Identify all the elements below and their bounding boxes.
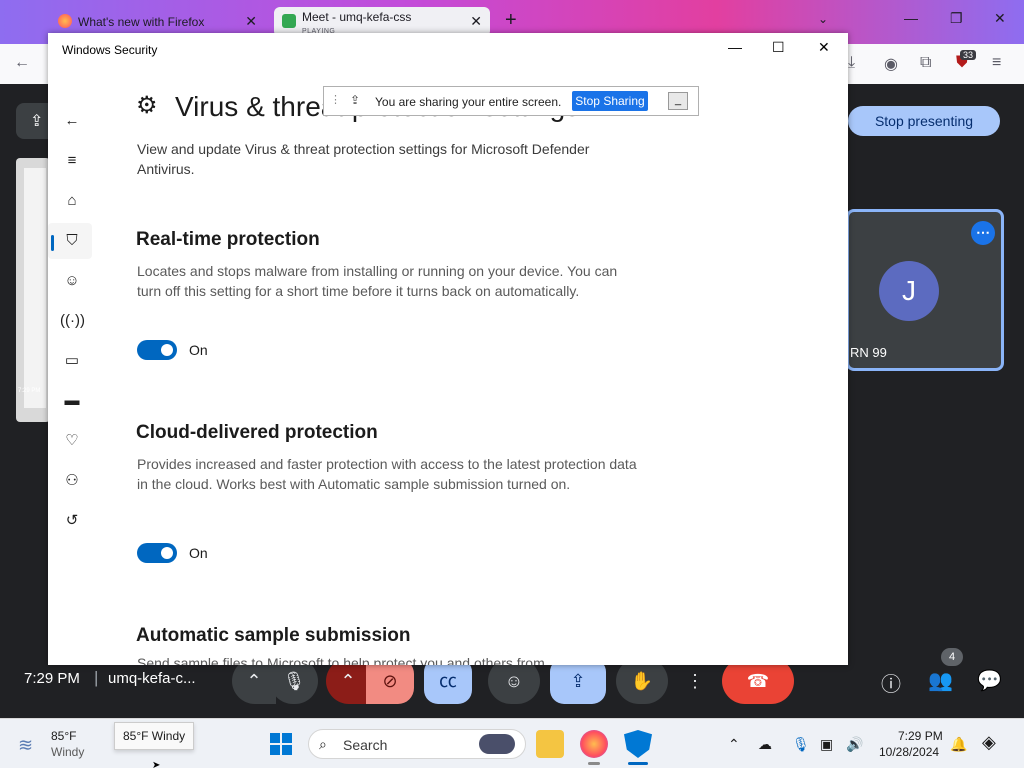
meeting-code: umq-kefa-c... [108, 670, 196, 687]
health-icon[interactable]: ♡ [60, 429, 84, 453]
running-indicator [588, 762, 600, 765]
extensions-icon[interactable]: ⧉ [920, 54, 931, 72]
section-title-sample: Automatic sample submission [136, 625, 411, 646]
home-icon[interactable]: ⌂ [60, 189, 84, 213]
plus-icon[interactable]: + [505, 9, 517, 32]
toggle-knob [161, 547, 173, 559]
stop-presenting-button[interactable]: Stop presenting [848, 106, 1000, 136]
section-desc-cloud: Provides increased and faster protection… [137, 456, 637, 492]
taskbar-date[interactable]: 10/28/2024 [879, 745, 939, 759]
close-icon[interactable]: ✕ [245, 13, 257, 30]
wifi-icon[interactable]: ((·)) [60, 309, 85, 333]
section-desc-sample: Send sample files to Microsoft to help p… [137, 655, 545, 665]
history-icon[interactable]: ↺ [60, 509, 84, 533]
avatar: J [879, 261, 939, 321]
screen-thumbnail: 7:29 PM [16, 158, 50, 422]
maximize-icon[interactable]: ☐ [772, 39, 785, 56]
close-icon[interactable]: ✕ [818, 39, 830, 56]
chat-icon[interactable]: 💬 [977, 668, 1002, 693]
weather-condition[interactable]: Windy [51, 745, 84, 759]
firefox-icon [58, 14, 72, 28]
active-indicator [628, 762, 648, 765]
file-explorer-icon[interactable] [536, 730, 564, 758]
account-icon[interactable]: ☺ [60, 269, 84, 293]
participant-name: RN 99 [850, 345, 887, 360]
section-desc-realtime: Locates and stops malware from installin… [137, 263, 618, 299]
search-icon: ⌕ [319, 736, 327, 752]
menu-icon[interactable]: ≡ [992, 54, 1001, 72]
volume-icon[interactable]: 🔊 [846, 736, 863, 753]
weather-tooltip: 85°F Windy [114, 722, 195, 750]
virus-settings-icon: ⚙ [136, 92, 158, 119]
share-status-text: You are sharing your entire screen. [375, 95, 562, 109]
shield-icon[interactable]: ⛉ [60, 229, 84, 253]
meet-icon [282, 14, 296, 28]
tab-title: What's new with Firefox [78, 15, 205, 29]
close-icon[interactable]: ✕ [470, 13, 482, 30]
mouse-cursor-icon: ➤ [152, 760, 161, 768]
sidebar-active-indicator [51, 235, 54, 251]
cloud-protection-toggle[interactable] [137, 543, 177, 563]
search-label: Search [343, 737, 388, 753]
network-icon[interactable]: ▣ [820, 736, 833, 753]
tab-title: Meet - umq-kefa-css [302, 10, 412, 24]
minimize-share-bar-button[interactable]: _ [668, 92, 688, 110]
section-title-cloud: Cloud-delivered protection [136, 422, 378, 443]
notification-bell-icon[interactable]: 🔔 [950, 736, 967, 753]
search-highlight-icon [479, 734, 515, 754]
copilot-icon[interactable]: ◈ [982, 732, 996, 753]
separator: | [94, 668, 99, 687]
screen-share-bar: ⋮ ⇪ You are sharing your entire screen. … [323, 86, 699, 116]
account-icon[interactable]: ◉ [884, 54, 898, 74]
realtime-protection-toggle[interactable] [137, 340, 177, 360]
app-browser-icon[interactable]: ▭ [60, 349, 84, 373]
toggle-label: On [189, 545, 208, 561]
thumbnail-clock: 7:29 PM [18, 388, 41, 394]
window-titlebar: Windows Security — ☐ ✕ [48, 33, 848, 65]
taskbar-search[interactable]: ⌕ Search [308, 729, 526, 759]
present-icon: ⇪ [30, 113, 44, 130]
info-icon[interactable]: ⓘ [881, 668, 901, 697]
weather-temperature[interactable]: 85°F [51, 729, 76, 743]
back-icon[interactable]: ← [14, 54, 30, 72]
back-icon[interactable]: ← [60, 109, 84, 133]
share-screen-icon: ⇪ [350, 93, 361, 107]
restore-icon[interactable]: ❐ [950, 10, 963, 27]
people-icon[interactable]: 👥 [928, 668, 953, 693]
meeting-time: 7:29 PM [24, 670, 80, 687]
hamburger-icon[interactable]: ≡ [60, 149, 84, 173]
microphone-icon[interactable]: 🎙 [792, 736, 810, 753]
window-title: Windows Security [62, 43, 158, 57]
close-icon[interactable]: ✕ [994, 10, 1006, 27]
stop-sharing-button[interactable]: Stop Sharing [572, 91, 648, 111]
thumbnail-window [24, 168, 46, 408]
chevron-down-icon[interactable]: ⌄ [818, 12, 828, 26]
firefox-icon[interactable] [580, 730, 608, 758]
minimize-icon[interactable]: — [904, 10, 918, 26]
wind-icon[interactable]: ≋ [18, 735, 33, 756]
drag-handle-icon[interactable]: ⋮ [330, 93, 341, 106]
windows-start-icon[interactable] [270, 733, 292, 755]
sidebar: ← ≡ ⌂ ⛉ ☺ ((·)) ▭ ▬ ♡ ⚇ ↺ ⚙ [48, 65, 96, 665]
people-count-badge: 4 [941, 648, 963, 666]
section-title-realtime: Real-time protection [136, 229, 320, 250]
chevron-up-icon[interactable]: ⌃ [728, 736, 740, 753]
toggle-label: On [189, 342, 208, 358]
toggle-knob [161, 344, 173, 356]
windows-security-window: Windows Security — ☐ ✕ ← ≡ ⌂ ⛉ ☺ ((·)) ▭… [48, 33, 848, 665]
more-options-icon[interactable]: ⋯ [971, 221, 995, 245]
page-description: View and update Virus & threat protectio… [137, 141, 590, 177]
minimize-icon[interactable]: — [728, 39, 742, 55]
taskbar-time[interactable]: 7:29 PM [898, 729, 943, 743]
extension-badge: 33 [960, 50, 977, 60]
download-icon[interactable]: ⤓ [848, 54, 855, 72]
settings-icon[interactable]: ⚙ [60, 661, 84, 665]
cloud-off-icon[interactable]: ☁ [758, 736, 772, 753]
device-security-icon[interactable]: ▬ [60, 389, 84, 413]
family-icon[interactable]: ⚇ [60, 469, 84, 493]
